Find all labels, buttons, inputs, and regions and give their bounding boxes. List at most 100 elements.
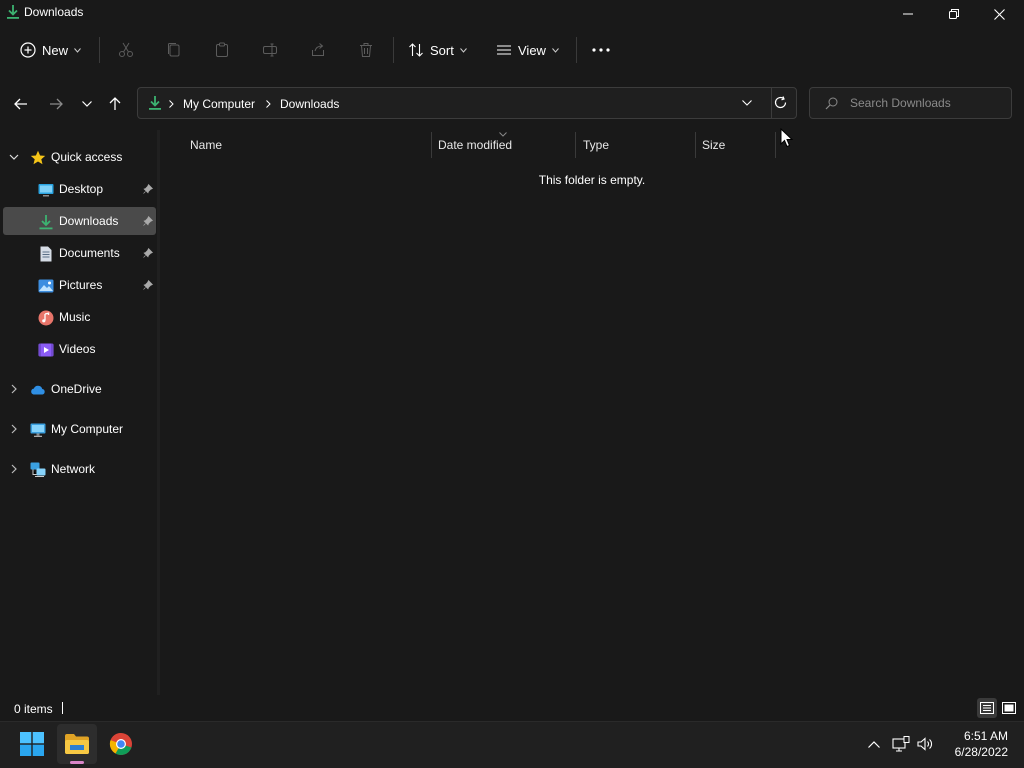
toolbar-divider	[576, 37, 577, 63]
view-button[interactable]: View	[490, 35, 565, 65]
sidebar-item-documents[interactable]: Documents	[3, 239, 156, 267]
sidebar-item-label: Desktop	[59, 182, 104, 196]
column-divider[interactable]	[695, 132, 696, 158]
documents-icon	[40, 246, 52, 262]
more-icon	[592, 48, 610, 52]
file-list-view[interactable]	[160, 130, 1024, 695]
sort-icon	[409, 43, 423, 57]
copy-button[interactable]	[162, 38, 186, 62]
volume-button[interactable]	[916, 734, 936, 754]
up-button[interactable]	[102, 91, 128, 117]
plus-circle-icon	[20, 42, 36, 58]
sidebar-item-videos[interactable]: Videos	[3, 335, 156, 363]
chevron-right-icon[interactable]	[9, 464, 19, 474]
breadcrumb-my-computer[interactable]: My Computer	[183, 97, 255, 111]
pin-icon[interactable]	[143, 248, 153, 258]
item-count: 0 items	[14, 702, 53, 716]
recent-locations-button[interactable]	[74, 91, 100, 117]
rename-icon	[263, 43, 277, 57]
large-icons-view-button[interactable]	[999, 698, 1019, 718]
column-header-name[interactable]: Name	[190, 138, 222, 152]
column-header-type[interactable]: Type	[583, 138, 609, 152]
active-app-indicator	[70, 761, 84, 764]
taskbar-chrome[interactable]	[101, 724, 141, 764]
cut-button[interactable]	[114, 38, 138, 62]
pin-icon[interactable]	[143, 280, 153, 290]
address-divider	[771, 88, 772, 118]
file-explorer-icon	[65, 734, 89, 754]
sidebar-item-quick-access[interactable]: Quick access	[3, 143, 156, 171]
sidebar-item-network[interactable]: Network	[3, 455, 156, 483]
rename-button[interactable]	[258, 38, 282, 62]
sidebar-item-label: Documents	[59, 246, 120, 260]
paste-button[interactable]	[210, 38, 234, 62]
chevron-down-icon[interactable]	[9, 152, 19, 162]
details-view-button[interactable]	[977, 698, 997, 718]
sidebar-item-label: OneDrive	[51, 382, 102, 396]
title-bar	[0, 0, 1024, 28]
system-clock[interactable]: 6:51 AM 6/28/2022	[944, 728, 1008, 760]
start-button[interactable]	[12, 724, 52, 764]
desktop-icon	[38, 184, 54, 197]
close-button[interactable]	[976, 0, 1022, 28]
arrow-right-icon	[50, 98, 63, 110]
pin-icon[interactable]	[143, 184, 153, 194]
arrow-left-icon	[14, 98, 27, 110]
search-box[interactable]	[809, 87, 1012, 119]
pictures-icon	[38, 279, 54, 293]
show-hidden-icons-button[interactable]	[864, 734, 884, 754]
chevron-right-icon[interactable]	[169, 100, 174, 108]
sidebar-item-my-computer[interactable]: My Computer	[3, 415, 156, 443]
chevron-right-icon[interactable]	[9, 424, 19, 434]
view-label: View	[518, 42, 546, 58]
column-divider[interactable]	[575, 132, 576, 158]
videos-icon	[38, 343, 54, 357]
restore-button[interactable]	[931, 0, 977, 28]
clock-date: 6/28/2022	[954, 745, 1008, 759]
forward-button[interactable]	[43, 91, 69, 117]
sidebar-item-label: Music	[59, 310, 91, 324]
close-icon	[993, 8, 1005, 20]
minimize-button[interactable]	[885, 0, 931, 28]
delete-button[interactable]	[354, 38, 378, 62]
refresh-icon[interactable]	[774, 96, 787, 109]
chevron-down-icon[interactable]	[742, 100, 752, 106]
delete-icon	[360, 43, 372, 57]
back-button[interactable]	[8, 91, 34, 117]
search-icon	[825, 97, 838, 110]
column-header-date-modified[interactable]: Date modified	[438, 138, 512, 152]
new-button[interactable]: New	[14, 35, 87, 65]
sidebar-item-onedrive[interactable]: OneDrive	[3, 375, 156, 403]
toolbar-divider	[99, 37, 100, 63]
status-divider	[62, 702, 63, 714]
sidebar-item-label: Downloads	[59, 214, 119, 228]
arrow-up-icon	[109, 97, 121, 110]
sidebar-item-label: Pictures	[59, 278, 103, 292]
sidebar-item-downloads[interactable]: Downloads	[3, 207, 156, 235]
chevron-down-icon	[82, 101, 92, 107]
chevron-right-icon[interactable]	[266, 100, 271, 108]
share-button[interactable]	[306, 38, 330, 62]
sort-button[interactable]: Sort	[402, 35, 473, 65]
network-status-icon	[892, 736, 910, 752]
taskbar-file-explorer[interactable]	[57, 724, 97, 764]
sidebar-item-desktop[interactable]: Desktop	[3, 175, 156, 203]
network-status-button[interactable]	[891, 734, 911, 754]
chevron-right-icon[interactable]	[9, 384, 19, 394]
search-input[interactable]	[850, 96, 1000, 110]
cut-icon	[119, 42, 133, 57]
sidebar-item-music[interactable]: Music	[3, 303, 156, 331]
address-bar[interactable]: My Computer Downloads	[137, 87, 797, 119]
new-label: New	[42, 42, 69, 58]
chevron-down-icon	[552, 47, 559, 53]
column-divider[interactable]	[775, 132, 776, 158]
sidebar-item-pictures[interactable]: Pictures	[3, 271, 156, 299]
more-options-button[interactable]	[589, 38, 613, 62]
sidebar-item-label: My Computer	[51, 422, 124, 436]
restore-icon	[949, 9, 959, 19]
breadcrumb-downloads[interactable]: Downloads	[280, 97, 339, 111]
details-view-icon	[980, 702, 994, 714]
column-divider[interactable]	[431, 132, 432, 158]
pin-icon[interactable]	[143, 216, 153, 226]
column-header-size[interactable]: Size	[702, 138, 725, 152]
